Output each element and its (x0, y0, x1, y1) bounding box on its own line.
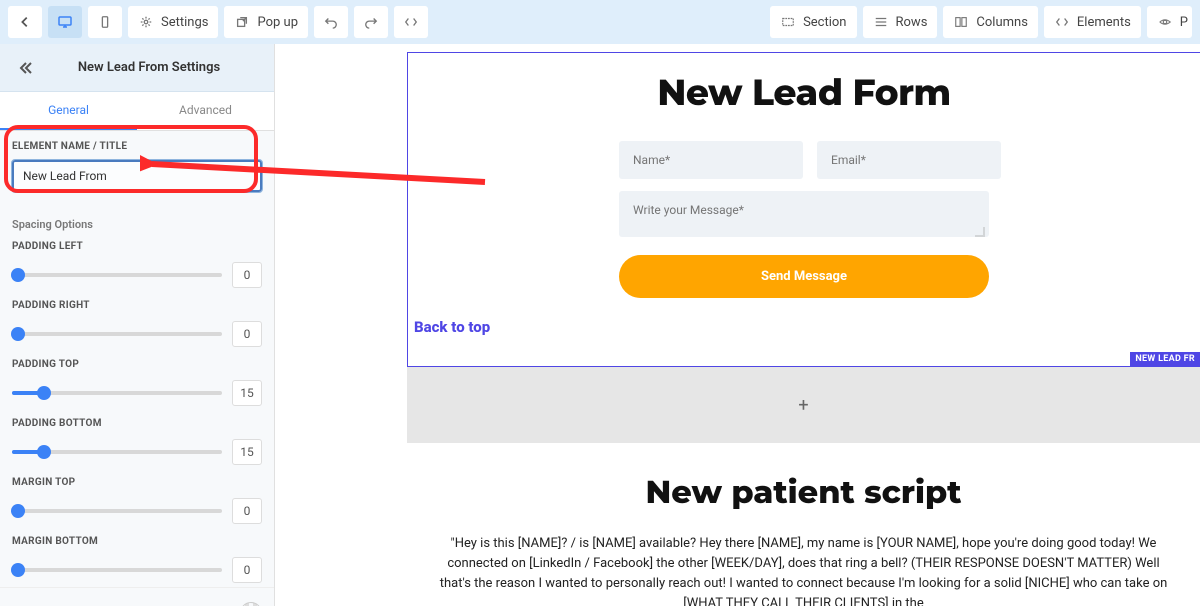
slider-value[interactable]: 0 (232, 262, 262, 288)
tab-advanced[interactable]: Advanced (137, 92, 274, 130)
element-name-group: ELEMENT NAME / TITLE (0, 131, 274, 202)
slider-value[interactable]: 0 (232, 498, 262, 524)
slider-track[interactable] (12, 568, 222, 572)
arrow-left-icon (17, 14, 33, 30)
add-section-strip[interactable]: NEW LEAD FR + (407, 367, 1200, 443)
slider-thumb[interactable] (37, 445, 51, 459)
slider-label: PADDING LEFT (12, 241, 262, 252)
columns-button[interactable]: Columns (943, 6, 1038, 38)
back-to-top-link[interactable]: Back to top (414, 318, 490, 336)
editor-canvas: New Lead Form Send Message Back to top N… (275, 44, 1200, 606)
slider-track[interactable] (12, 450, 222, 454)
code-button[interactable] (394, 6, 428, 38)
plus-icon: + (798, 395, 808, 416)
slider-track[interactable] (12, 509, 222, 513)
slider-thumb[interactable] (37, 386, 51, 400)
settings-label: Settings (161, 15, 208, 30)
code-icon (403, 14, 419, 30)
slider-value[interactable]: 15 (232, 380, 262, 406)
undo-button[interactable] (314, 6, 348, 38)
slider-thumb[interactable] (11, 563, 25, 577)
slider-track[interactable] (12, 391, 222, 395)
redo-button[interactable] (354, 6, 388, 38)
send-message-button[interactable]: Send Message (619, 255, 989, 298)
slider-thumb[interactable] (11, 268, 25, 282)
slider-track[interactable] (12, 332, 222, 336)
slider-value[interactable]: 0 (232, 557, 262, 583)
name-field[interactable] (619, 141, 803, 179)
tab-general[interactable]: General (0, 92, 137, 130)
columns-icon (953, 14, 969, 30)
sidebar-tabs: General Advanced (0, 92, 274, 131)
elements-icon (1054, 14, 1070, 30)
slider-margin-bottom: MARGIN BOTTOM 0 (0, 528, 274, 587)
slider-value[interactable]: 0 (232, 321, 262, 347)
slider-label: PADDING BOTTOM (12, 418, 262, 429)
sidebar-title: New Lead From Settings (38, 60, 260, 75)
desktop-view-button[interactable] (48, 6, 82, 38)
settings-sidebar: New Lead From Settings General Advanced … (0, 44, 275, 606)
mobile-icon (97, 14, 113, 30)
slider-track[interactable] (12, 273, 222, 277)
columns-label: Columns (976, 15, 1028, 30)
section-tag: NEW LEAD FR (1130, 352, 1200, 366)
form-title: New Lead Form (408, 71, 1200, 115)
chevron-double-left-icon (18, 60, 34, 76)
element-name-input[interactable] (12, 160, 262, 192)
section-icon (780, 14, 796, 30)
slider-padding-top: PADDING TOP 15 (0, 351, 274, 410)
eye-icon (1157, 14, 1173, 30)
slider-padding-bottom: PADDING BOTTOM 15 (0, 410, 274, 469)
script-title: New patient script (423, 473, 1184, 512)
back-button[interactable] (8, 6, 42, 38)
top-toolbar: Settings Pop up Section Rows Columns Ele… (0, 0, 1200, 44)
rows-button[interactable]: Rows (863, 6, 938, 38)
email-field[interactable] (817, 141, 1001, 179)
lead-form-section[interactable]: New Lead Form Send Message Back to top (407, 52, 1200, 367)
slider-padding-right: PADDING RIGHT 0 (0, 292, 274, 351)
popup-label: Pop up (257, 15, 298, 30)
sidebar-panel-body: ELEMENT NAME / TITLE Spacing Options PAD… (0, 131, 274, 606)
rows-icon (873, 14, 889, 30)
background-color-row: BACKGROUND COLOR (0, 587, 274, 606)
script-body: "Hey is this [NAME]? / is [NAME] availab… (423, 534, 1184, 606)
slider-thumb[interactable] (11, 327, 25, 341)
elements-button[interactable]: Elements (1044, 6, 1141, 38)
slider-value[interactable]: 15 (232, 439, 262, 465)
preview-label: P (1180, 15, 1188, 30)
elements-label: Elements (1077, 15, 1131, 30)
slider-label: MARGIN BOTTOM (12, 536, 262, 547)
slider-label: MARGIN TOP (12, 477, 262, 488)
redo-icon (363, 14, 379, 30)
background-color-swatch[interactable] (240, 602, 262, 606)
slider-padding-left: PADDING LEFT 0 (0, 233, 274, 292)
popup-icon (234, 14, 250, 30)
undo-icon (323, 14, 339, 30)
spacing-section-label: Spacing Options (0, 212, 274, 233)
gear-icon (138, 14, 154, 30)
section-label: Section (803, 15, 846, 30)
script-section: New patient script "Hey is this [NAME]? … (407, 443, 1200, 606)
mobile-view-button[interactable] (88, 6, 122, 38)
message-field[interactable] (619, 191, 989, 237)
popup-button[interactable]: Pop up (224, 6, 308, 38)
settings-button[interactable]: Settings (128, 6, 218, 38)
form-wrap: Send Message (619, 141, 989, 298)
sidebar-header: New Lead From Settings (0, 44, 274, 92)
preview-button[interactable]: P (1147, 6, 1192, 38)
section-button[interactable]: Section (770, 6, 856, 38)
collapse-sidebar-button[interactable] (14, 56, 38, 80)
rows-label: Rows (896, 15, 928, 30)
slider-label: PADDING RIGHT (12, 300, 262, 311)
slider-thumb[interactable] (11, 504, 25, 518)
slider-margin-top: MARGIN TOP 0 (0, 469, 274, 528)
element-name-label: ELEMENT NAME / TITLE (12, 141, 262, 152)
slider-label: PADDING TOP (12, 359, 262, 370)
desktop-icon (57, 14, 73, 30)
